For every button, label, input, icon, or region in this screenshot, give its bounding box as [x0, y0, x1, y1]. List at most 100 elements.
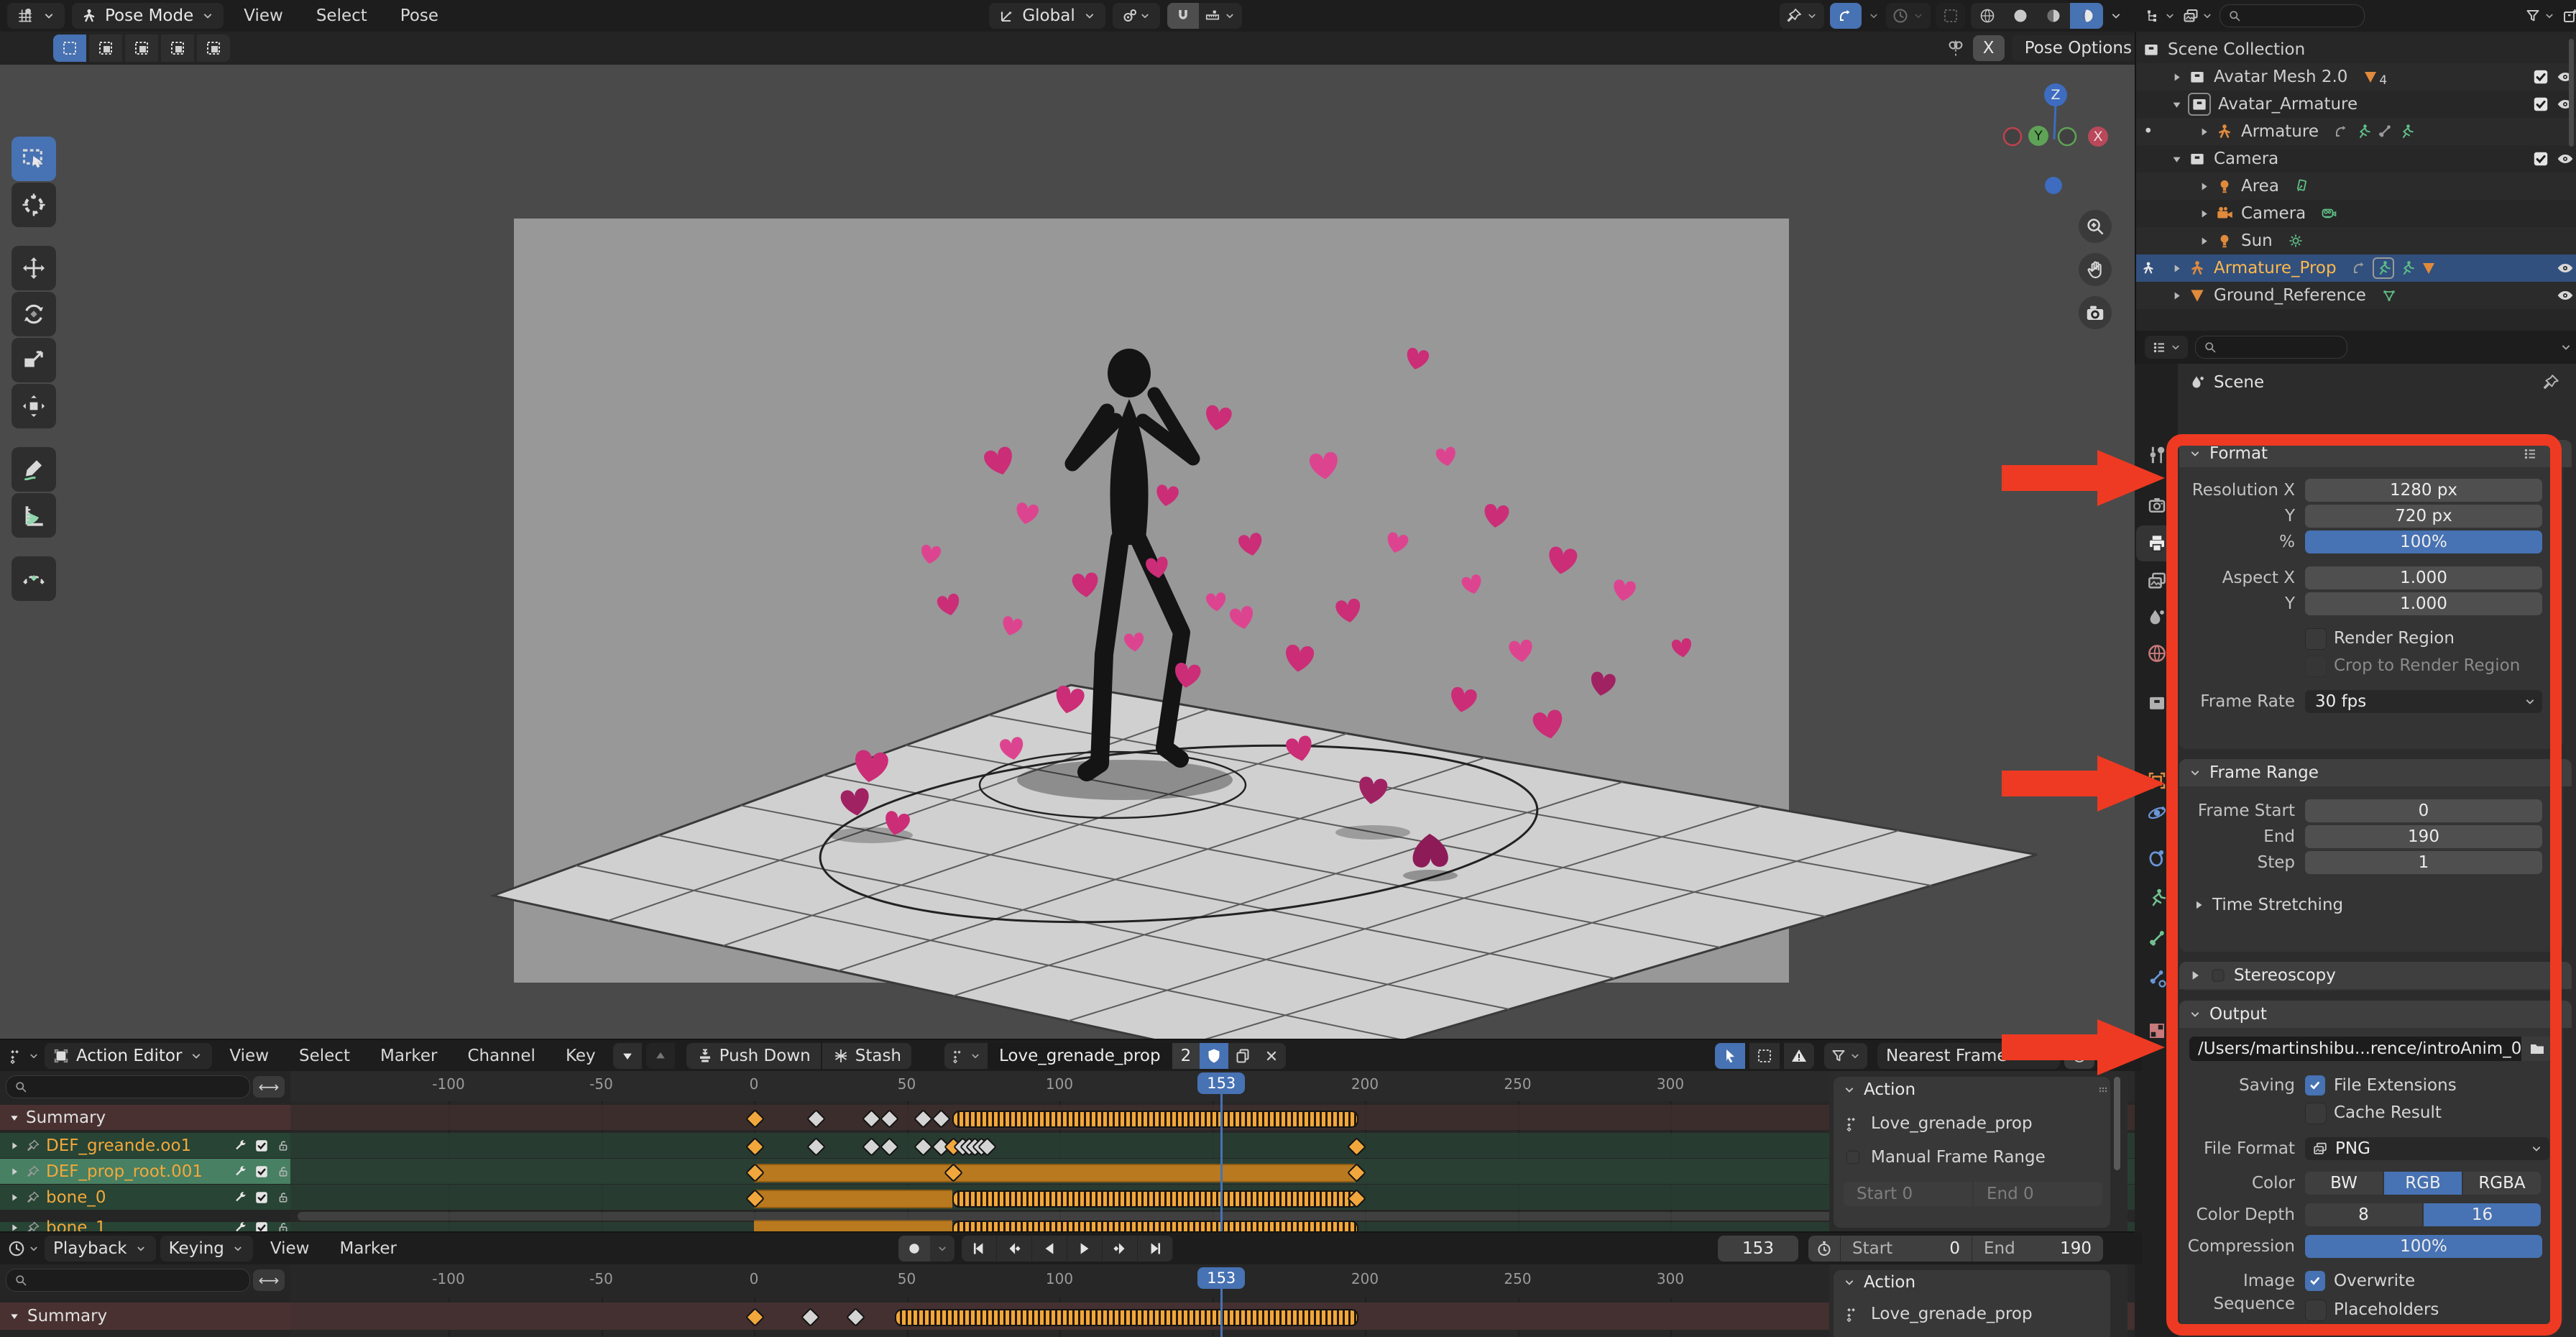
falloff-dropdown[interactable] [2099, 1047, 2132, 1065]
compression-slider[interactable]: 100% [2305, 1235, 2542, 1258]
channel-expand-icon[interactable] [9, 1112, 20, 1124]
expand-collapse-icon[interactable] [2169, 153, 2184, 165]
aspect-x-field[interactable]: 1.000 [2305, 566, 2542, 589]
tab-constraints[interactable] [2136, 840, 2178, 876]
section-checkbox[interactable] [2209, 967, 2227, 984]
render-region-toggle[interactable] [1936, 3, 1965, 29]
select-mode-intersect[interactable] [197, 35, 230, 62]
resolution-scale-slider[interactable]: 100% [2305, 530, 2542, 553]
channel-pin[interactable] [26, 1190, 40, 1205]
stash-button[interactable]: Stash [822, 1043, 911, 1069]
channel-lock[interactable] [276, 1190, 290, 1205]
select-mode-set[interactable] [53, 35, 86, 62]
section-header-frame-range[interactable]: Frame Range [2179, 759, 2572, 786]
channel-enable[interactable] [254, 1164, 270, 1180]
orientation-dropdown[interactable]: Global [989, 3, 1105, 29]
timeline-summary-row[interactable]: Summary [0, 1302, 299, 1330]
dopesheet-menu-channel[interactable]: Channel [455, 1040, 548, 1072]
viewport-3d[interactable]: ZYX [0, 65, 2135, 1040]
channel-modifier[interactable] [233, 1164, 247, 1179]
tool-select-box[interactable] [12, 137, 56, 181]
toggle-eye[interactable] [2556, 259, 2575, 277]
action-up-button[interactable] [646, 1043, 675, 1069]
snap-dropdown[interactable]: Nearest Frame [1877, 1043, 2060, 1069]
action-end-field[interactable]: End 0 [1974, 1182, 2102, 1206]
new-action-button[interactable] [1228, 1043, 1257, 1069]
select-mode-subtract[interactable] [125, 35, 158, 62]
file-extensions-checkbox[interactable] [2305, 1075, 2325, 1095]
tab-object-data[interactable] [2136, 880, 2178, 916]
expand-expand-icon[interactable] [2169, 262, 2184, 275]
menu-view[interactable]: View [231, 0, 296, 32]
select-mode-invert[interactable] [161, 35, 194, 62]
cache-result-checkbox[interactable] [2305, 1103, 2327, 1124]
proportional-toggle[interactable] [2064, 1043, 2094, 1069]
unlink-action-button[interactable] [1257, 1043, 1286, 1069]
xray-toggle[interactable] [1886, 3, 1931, 29]
channel-enable[interactable] [254, 1190, 270, 1205]
outliner-row-armature[interactable]: •Armature [2136, 118, 2576, 145]
new-collection-button[interactable] [2562, 7, 2576, 24]
show-overlays-toggle[interactable] [1830, 3, 1862, 29]
color-depth-option-16[interactable]: 16 [2424, 1203, 2541, 1226]
expand-expand-icon[interactable] [2169, 290, 2184, 302]
frame-start-field[interactable]: 0 [2305, 799, 2542, 822]
pivot-point-dropdown[interactable] [1113, 3, 1160, 29]
color-option-rgba[interactable]: RGBA [2463, 1172, 2541, 1195]
tool-annotate[interactable] [12, 447, 56, 492]
timeline-search-field[interactable] [6, 1269, 250, 1292]
dopesheet-menu-view[interactable]: View [216, 1040, 282, 1072]
expand-collapse-icon[interactable] [2169, 98, 2184, 111]
menu-select[interactable]: Select [303, 0, 380, 32]
jump-to-end-button[interactable] [1138, 1236, 1173, 1262]
snap-settings-dropdown[interactable] [1199, 8, 1242, 24]
dopesheet-menu-key[interactable]: Key [553, 1040, 609, 1072]
action-down-button[interactable] [613, 1043, 642, 1069]
action-users-button[interactable]: 2 [1172, 1043, 1200, 1069]
channel-enable[interactable] [254, 1138, 270, 1154]
tab-output[interactable] [2136, 525, 2178, 561]
frame-end-field[interactable]: End190 [1972, 1236, 2103, 1262]
current-frame-field[interactable]: 153 [1718, 1236, 1798, 1262]
keying-dropdown[interactable]: Keying [160, 1236, 253, 1262]
action-browse-dropdown[interactable] [944, 1043, 988, 1069]
properties-editor-dropdown[interactable] [2145, 336, 2188, 359]
tool-transform[interactable] [12, 384, 56, 428]
tab-object[interactable] [2136, 763, 2178, 799]
section-header-format[interactable]: Format [2179, 440, 2572, 467]
jump-to-start-button[interactable] [962, 1236, 997, 1262]
section-header-stereoscopy[interactable]: Stereoscopy [2179, 962, 2572, 989]
overlays-chevron[interactable] [1867, 9, 1880, 22]
channel-row-def-greande-oo1[interactable]: DEF_greande.oo1 [0, 1133, 299, 1158]
play-button[interactable] [1067, 1236, 1103, 1262]
crop-render-region-checkbox[interactable] [2305, 656, 2327, 677]
timeline-menu-marker[interactable]: Marker [326, 1233, 410, 1264]
toggle-check[interactable] [2531, 95, 2550, 114]
tab-view-layer[interactable] [2136, 563, 2178, 599]
manual-range-checkbox[interactable] [1844, 1148, 1862, 1167]
action-start-field[interactable]: Start 0 [1844, 1182, 1972, 1206]
zoom-button[interactable] [2079, 210, 2112, 243]
outliner-display-mode[interactable] [2145, 7, 2176, 24]
section-header-output[interactable]: Output [2179, 1001, 2572, 1028]
channel-pin[interactable] [26, 1164, 40, 1179]
play-reverse-button[interactable] [1032, 1236, 1067, 1262]
dopesheet-editor-dropdown[interactable] [7, 1047, 40, 1065]
channel-pin[interactable] [26, 1139, 40, 1153]
channel-search-field[interactable] [6, 1075, 250, 1098]
toggle-check[interactable] [2531, 68, 2550, 86]
sidebar-scrollbar[interactable] [2114, 1077, 2120, 1170]
action-panel-header[interactable]: Action [1834, 1077, 2119, 1103]
outliner-filter-dropdown[interactable] [2524, 7, 2556, 24]
dopesheet-menu-marker[interactable]: Marker [367, 1040, 451, 1072]
pin-button[interactable] [2542, 373, 2560, 392]
frame-start-field[interactable]: Start0 [1841, 1236, 1972, 1262]
push-down-button[interactable]: Push Down [686, 1043, 821, 1069]
color-depth-option-8[interactable]: 8 [2305, 1203, 2422, 1226]
channel-modifier[interactable] [233, 1139, 247, 1153]
presets-button[interactable] [2521, 445, 2539, 462]
tool-pose-breakdowner[interactable] [12, 556, 56, 601]
timeline-current-frame-badge[interactable]: 153 [1197, 1267, 1245, 1289]
tool-rotate[interactable] [12, 292, 56, 336]
expand-collapse-button[interactable]: ⟷ [253, 1076, 285, 1098]
